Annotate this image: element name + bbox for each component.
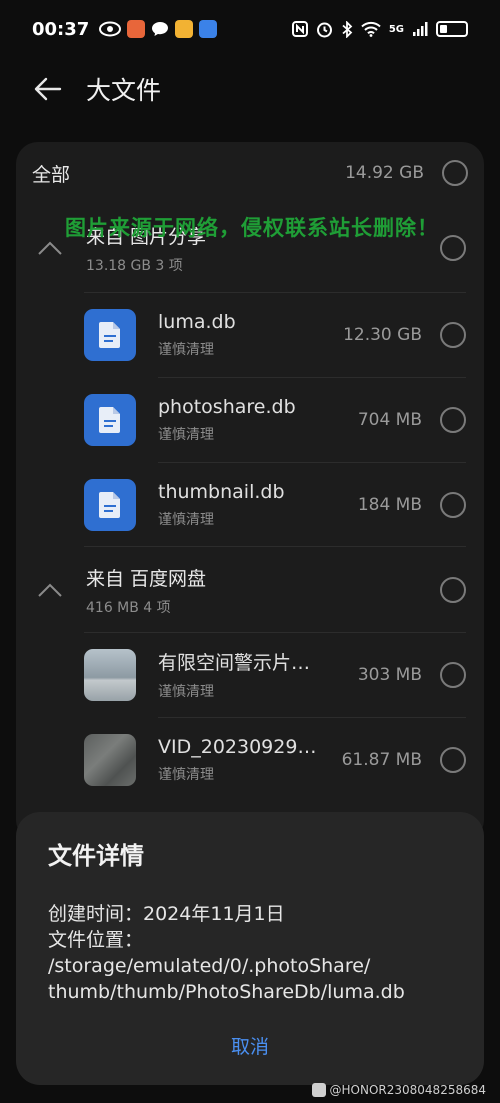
group-select-radio[interactable] xyxy=(440,577,466,603)
group-subtitle: 13.18 GB 3 项 xyxy=(86,257,183,274)
chevron-up-icon xyxy=(38,241,62,255)
file-size: 61.87 MB xyxy=(341,749,422,770)
network-type: 5G xyxy=(388,23,404,35)
arrow-left-icon xyxy=(34,77,62,101)
video-thumbnail xyxy=(84,733,136,786)
file-select-radio[interactable] xyxy=(440,406,466,433)
wifi-icon xyxy=(361,21,381,37)
group-header-baidu-netdisk[interactable]: 来自 百度网盘 416 MB 4 项 xyxy=(16,546,484,634)
app-header: 大文件 xyxy=(0,62,500,116)
select-all-radio[interactable] xyxy=(442,160,468,186)
location-path-line1: /storage/emulated/0/.photoShare/ xyxy=(48,955,371,977)
file-select-radio[interactable] xyxy=(440,321,466,348)
app-notification-icon xyxy=(199,20,218,38)
file-size: 704 MB xyxy=(357,409,422,430)
file-select-radio[interactable] xyxy=(440,491,466,518)
total-size: 14.92 GB xyxy=(345,163,424,183)
back-button[interactable] xyxy=(28,69,68,109)
group-select-radio[interactable] xyxy=(440,235,466,261)
file-select-radio[interactable] xyxy=(440,661,466,688)
file-details-sheet: 文件详情 创建时间：2024年11月1日 文件位置： /storage/emul… xyxy=(16,812,484,1085)
file-name: photoshare.db xyxy=(158,395,296,418)
document-icon xyxy=(99,321,120,348)
file-name: 有限空间警示片… xyxy=(158,652,311,674)
file-name: thumbnail.db xyxy=(158,480,285,503)
select-all-label: 全部 xyxy=(32,163,71,186)
status-time: 00:37 xyxy=(32,18,90,40)
nfc-icon xyxy=(291,21,308,37)
group-title: 来自 百度网盘 xyxy=(86,567,207,590)
file-item[interactable]: VID_20230929… 谨慎清理 61.87 MB xyxy=(16,717,484,802)
app-notification-icon xyxy=(175,20,194,38)
chevron-up-icon xyxy=(38,583,62,597)
select-all-row[interactable]: 全部 14.92 GB xyxy=(16,142,484,204)
group-subtitle: 416 MB 4 项 xyxy=(86,599,171,616)
bluetooth-icon xyxy=(342,20,353,38)
file-item[interactable]: thumbnail.db 谨慎清理 184 MB xyxy=(16,462,484,547)
file-select-radio[interactable] xyxy=(440,746,466,773)
location-path-line2: thumb/thumb/PhotoShareDb/luma.db xyxy=(48,981,405,1003)
chat-bubble-icon xyxy=(152,22,169,36)
alarm-icon xyxy=(316,22,332,37)
file-item[interactable]: luma.db 谨慎清理 12.30 GB xyxy=(16,292,484,377)
battery-icon xyxy=(436,21,468,37)
signal-icon xyxy=(413,22,428,36)
document-icon xyxy=(99,406,120,433)
location-label: 文件位置： xyxy=(48,929,144,951)
watermark-logo-icon xyxy=(311,1083,326,1097)
corner-watermark: @HONOR2308048258684 xyxy=(311,1083,486,1097)
eye-icon xyxy=(99,21,122,37)
file-size: 184 MB xyxy=(357,494,422,515)
file-name: VID_20230929… xyxy=(158,735,317,758)
page-title: 大文件 xyxy=(86,76,162,105)
sheet-body: 创建时间：2024年11月1日 文件位置： /storage/emulated/… xyxy=(48,901,452,1005)
document-icon xyxy=(99,491,120,518)
created-time: 创建时间：2024年11月1日 xyxy=(48,903,285,925)
file-note: 谨慎清理 xyxy=(158,341,214,358)
corner-watermark-text: @HONOR2308048258684 xyxy=(329,1083,486,1097)
file-note: 谨慎清理 xyxy=(158,766,214,783)
file-item[interactable]: photoshare.db 谨慎清理 704 MB xyxy=(16,377,484,462)
file-note: 谨慎清理 xyxy=(158,426,214,443)
collapse-button[interactable] xyxy=(30,228,70,268)
file-size: 12.30 GB xyxy=(343,324,422,345)
app-notification-icon xyxy=(127,20,146,38)
status-bar: 00:37 5G xyxy=(0,0,500,58)
cancel-button[interactable]: 取消 xyxy=(16,1032,484,1059)
file-item[interactable]: 有限空间警示片… 谨慎清理 303 MB xyxy=(16,632,484,717)
sheet-title: 文件详情 xyxy=(48,842,144,870)
file-thumbnail xyxy=(84,478,136,531)
collapse-button[interactable] xyxy=(30,570,70,610)
file-name: luma.db xyxy=(158,310,236,333)
file-note: 谨慎清理 xyxy=(158,511,214,528)
file-size: 303 MB xyxy=(357,664,422,685)
file-thumbnail xyxy=(84,308,136,361)
file-note: 谨慎清理 xyxy=(158,684,214,700)
source-watermark: 图片来源于网络，侵权联系站长删除！ xyxy=(65,216,439,240)
image-thumbnail xyxy=(84,648,136,701)
large-files-list: 全部 14.92 GB 来自 图片分享 13.18 GB 3 项 luma.db… xyxy=(16,142,484,842)
file-thumbnail xyxy=(84,393,136,446)
